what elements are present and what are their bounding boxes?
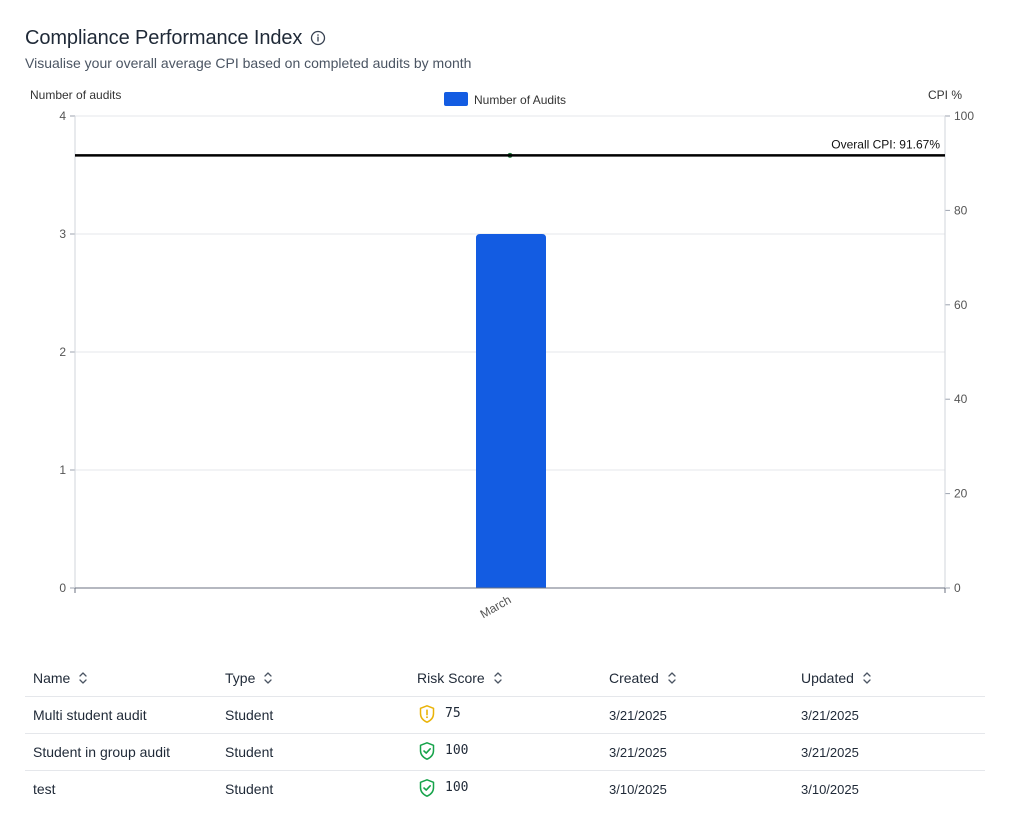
cell-created-text: 3/21/2025	[609, 745, 667, 760]
cpi-chart: 01234020406080100Number of audits CPI %Ma…	[30, 88, 974, 621]
column-header-label: Created	[609, 669, 659, 686]
chart-legend[interactable]: Number of Audits	[444, 92, 566, 107]
column-header-risk-score[interactable]: Risk Score	[409, 659, 601, 697]
table-row[interactable]: Multi student audit Student 75 3/21/2025 3/2…	[25, 696, 985, 734]
column-header-label: Updated	[801, 669, 854, 686]
cell-type-text: Student	[225, 707, 274, 723]
risk-score: 100	[417, 778, 468, 798]
y2-tick-label: 100	[954, 109, 974, 123]
chart-reference-line: Overall CPI: 91.67%	[75, 137, 945, 158]
sort-icon[interactable]	[862, 671, 872, 685]
table-header-row: Name Type Risk Score Created Updated	[25, 659, 985, 697]
cell-updated-text: 3/10/2025	[801, 782, 859, 797]
sort-icon[interactable]	[667, 671, 677, 685]
risk-score: 75	[417, 704, 461, 724]
y-tick-label: 1	[59, 463, 66, 477]
cell-updated: 3/21/2025	[793, 696, 985, 734]
cell-created: 3/21/2025	[601, 733, 793, 771]
column-header-inner[interactable]: Type	[225, 670, 273, 686]
shield-check-icon	[417, 741, 437, 761]
page-title: Compliance Performance Index	[25, 26, 303, 49]
risk-score-value: 75	[445, 706, 461, 721]
cell-updated: 3/21/2025	[793, 733, 985, 771]
column-header-inner[interactable]: Name	[33, 670, 88, 686]
y-axis-title: Number of audits	[30, 88, 121, 102]
y2-tick-label: 0	[954, 581, 961, 595]
sort-icon[interactable]	[78, 671, 88, 685]
bar	[476, 234, 546, 588]
cell-risk-score: 75	[409, 696, 601, 734]
cell-type-text: Student	[225, 781, 274, 797]
table-body: Multi student audit Student 75 3/21/2025 3/2…	[25, 696, 985, 808]
column-header-label: Type	[225, 669, 256, 686]
table-row[interactable]: test Student 100 3/10/2025 3/10/2025	[25, 771, 985, 808]
cell-name-text: test	[33, 781, 56, 797]
risk-score-value: 100	[445, 780, 469, 795]
y-tick-label: 2	[59, 345, 66, 359]
chart-bars	[476, 234, 546, 588]
y2-tick-label: 20	[954, 487, 968, 501]
cell-name: Student in group audit	[25, 733, 217, 771]
table-row[interactable]: Student in group audit Student 100 3/21/202…	[25, 733, 985, 771]
cell-updated: 3/10/2025	[793, 771, 985, 808]
cell-type: Student	[217, 771, 409, 808]
y2-tick-label: 80	[954, 203, 968, 217]
cell-created-text: 3/10/2025	[609, 782, 667, 797]
shield-check-icon	[417, 778, 437, 798]
column-header-name[interactable]: Name	[25, 659, 217, 697]
page-subtitle: Visualise your overall average CPI based…	[25, 55, 472, 71]
column-header-inner[interactable]: Updated	[801, 670, 872, 686]
cell-type: Student	[217, 696, 409, 734]
cell-risk-score: 100	[409, 771, 601, 808]
y2-tick-label: 40	[954, 392, 968, 406]
cell-type: Student	[217, 733, 409, 771]
column-header-label: Risk Score	[417, 669, 485, 686]
risk-score: 100	[417, 741, 468, 761]
shield-warning-icon	[417, 704, 437, 724]
chart-header: Compliance Performance Index Visualise y…	[25, 26, 985, 72]
y-tick-label: 3	[59, 227, 66, 241]
y-tick-label: 0	[59, 581, 66, 595]
overall-cpi-label: Overall CPI: 91.67%	[831, 137, 940, 151]
y2-tick-label: 60	[954, 298, 968, 312]
x-tick-label: March	[478, 592, 514, 621]
column-header-created[interactable]: Created	[601, 659, 793, 697]
y2-axis-title: CPI %	[928, 88, 962, 102]
sort-icon[interactable]	[493, 671, 503, 685]
cell-name: Multi student audit	[25, 696, 217, 734]
legend-label[interactable]: Number of Audits	[474, 93, 566, 107]
info-icon[interactable]	[310, 30, 326, 46]
sort-icon[interactable]	[263, 671, 273, 685]
cell-updated-text: 3/21/2025	[801, 708, 859, 723]
y-tick-label: 4	[59, 109, 66, 123]
cell-updated-text: 3/21/2025	[801, 745, 859, 760]
cell-risk-score: 100	[409, 733, 601, 771]
column-header-updated[interactable]: Updated	[793, 659, 985, 697]
cell-name-text: Student in group audit	[33, 744, 170, 760]
cell-created: 3/21/2025	[601, 696, 793, 734]
cell-created: 3/10/2025	[601, 771, 793, 808]
cell-created-text: 3/21/2025	[609, 708, 667, 723]
audits-table: Name Type Risk Score Created Updated Multi s…	[25, 659, 985, 807]
column-header-label: Name	[33, 669, 71, 686]
cell-type-text: Student	[225, 744, 274, 760]
column-header-type[interactable]: Type	[217, 659, 409, 697]
cell-name: test	[25, 771, 217, 808]
legend-swatch[interactable]	[444, 92, 468, 106]
risk-score-value: 100	[445, 743, 469, 758]
column-header-inner[interactable]: Risk Score	[417, 670, 503, 686]
column-header-inner[interactable]: Created	[609, 670, 677, 686]
cell-name-text: Multi student audit	[33, 707, 147, 723]
title-row: Compliance Performance Index	[25, 26, 985, 50]
